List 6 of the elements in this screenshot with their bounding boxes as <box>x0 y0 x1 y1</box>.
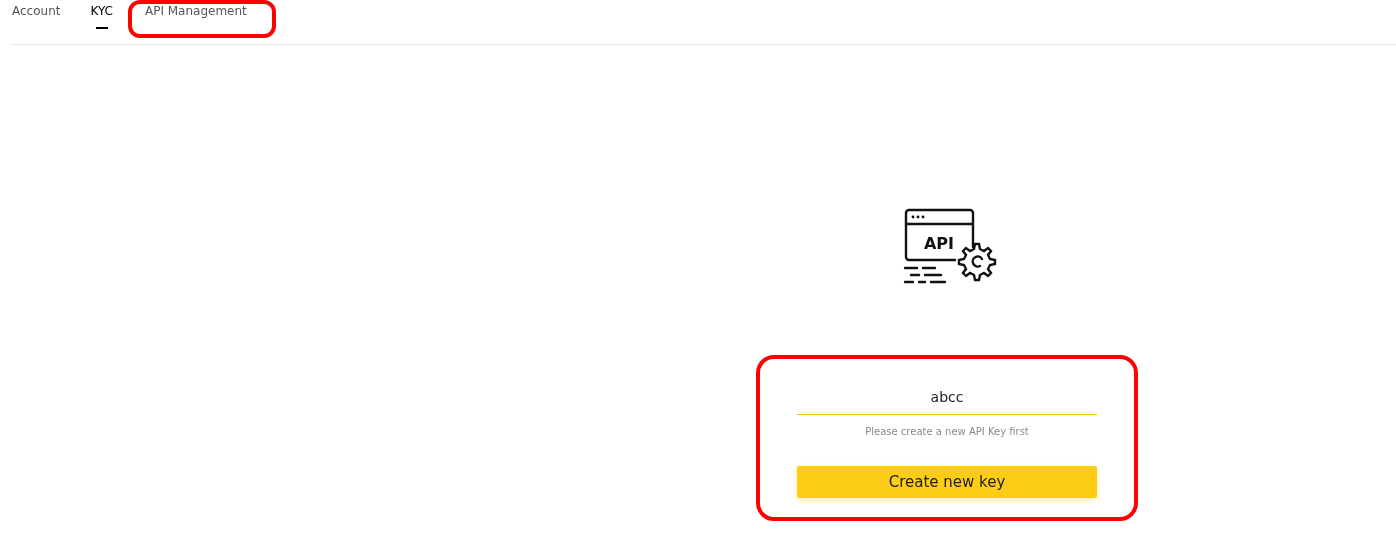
api-settings-drawing: API <box>903 207 1003 291</box>
tab[interactable]: API Management <box>144 0 247 44</box>
tab[interactable]: KYC <box>90 0 113 44</box>
create-key-button[interactable]: Create new key <box>797 466 1097 498</box>
hint-text: Please create a new API Key first <box>865 426 1029 437</box>
tab[interactable]: Account <box>12 0 61 44</box>
